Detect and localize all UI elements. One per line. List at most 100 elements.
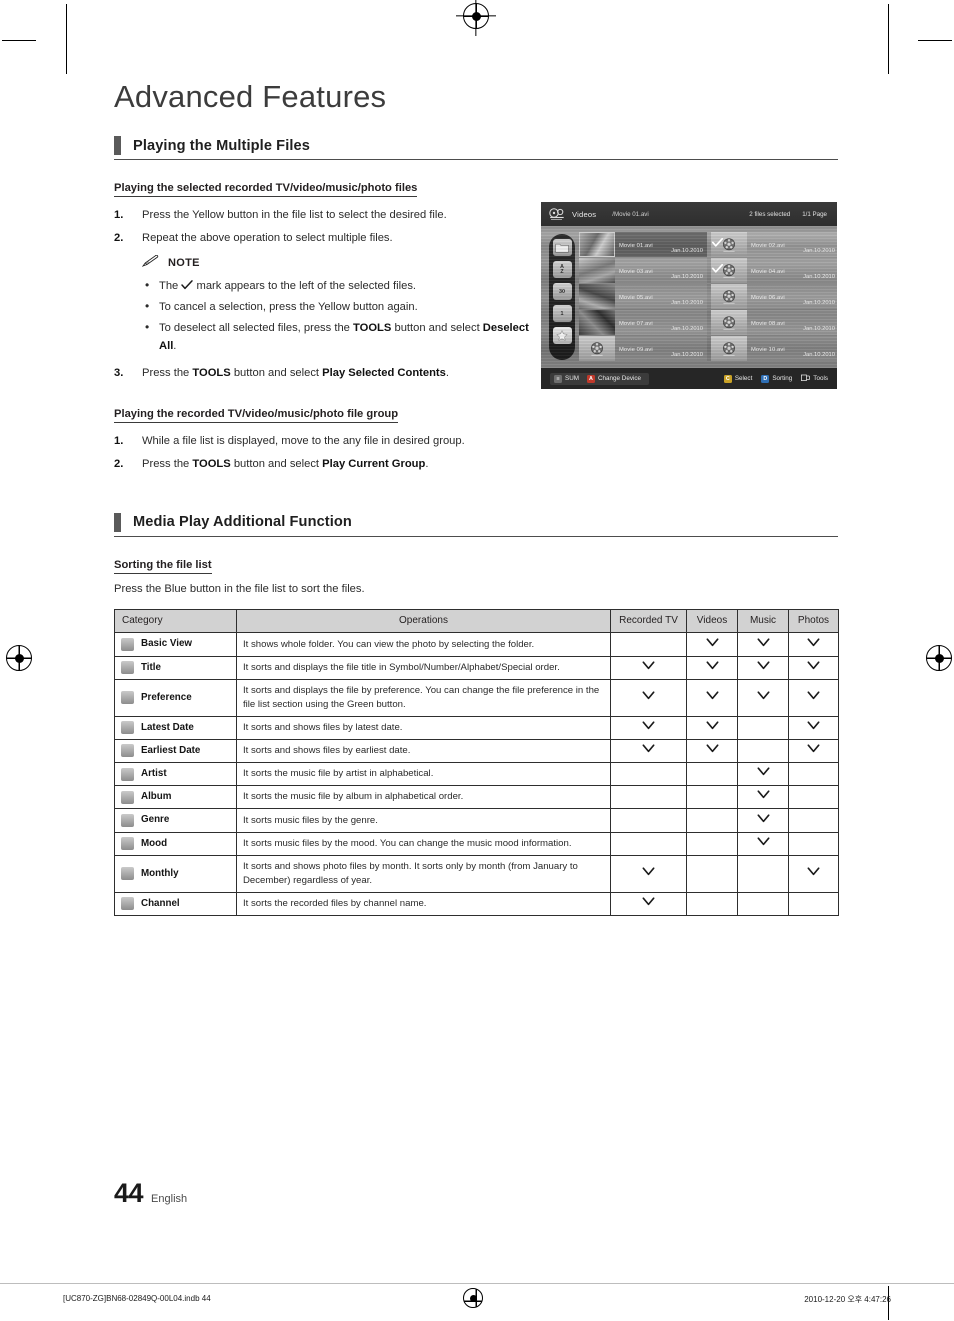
cell-photos	[788, 655, 839, 680]
cell-recorded-tv	[610, 891, 687, 916]
cell-photos	[788, 831, 839, 856]
tv-tools-key[interactable]: Tools	[801, 374, 828, 384]
file-date: Jan.10.2010	[803, 248, 835, 254]
cell-videos	[686, 762, 738, 787]
registration-target-right	[926, 645, 952, 671]
note-text-pre: To deselect all selected files, press th…	[159, 321, 354, 334]
star-preference-icon	[121, 691, 134, 705]
note-item: To deselect all selected files, press th…	[142, 318, 534, 355]
cell-photos	[788, 715, 839, 740]
star-preference-icon[interactable]	[552, 327, 572, 344]
category-label: Title	[141, 661, 161, 673]
tv-file-item[interactable]: Movie 05.avi Jan.10.2010	[579, 284, 707, 309]
page-number: 44	[114, 1178, 144, 1208]
file-name: Movie 07.avi	[619, 321, 653, 327]
file-meta: Movie 10.avi Jan.10.2010	[747, 336, 837, 361]
sorting-table: Category Operations Recorded TV Videos M…	[114, 608, 839, 916]
tv-file-item[interactable]: Movie 03.avi Jan.10.2010	[579, 258, 707, 283]
check-mark-icon	[706, 721, 719, 730]
cell-videos	[686, 785, 738, 810]
cell-recorded-tv	[610, 854, 687, 893]
col-header-recorded-tv: Recorded TV	[610, 608, 687, 634]
file-meta: Movie 01.avi Jan.10.2010	[615, 232, 707, 257]
cell-recorded-tv	[610, 655, 687, 680]
file-thumbnail	[711, 310, 747, 335]
film-reel-icon	[723, 263, 735, 278]
tv-file-item[interactable]: Movie 09.avi Jan.10.2010	[579, 336, 707, 361]
cell-recorded-tv	[610, 808, 687, 833]
cell-videos	[686, 854, 738, 893]
step-text: While a file list is displayed, move to …	[142, 435, 465, 448]
tv-file-column-right: Movie 02.avi Jan.10.2010 Movie 04.avi Jan.1…	[711, 232, 837, 362]
file-name: Movie 05.avi	[619, 295, 653, 301]
cell-music	[737, 632, 789, 657]
check-mark-icon	[807, 867, 820, 876]
tv-sort-rail[interactable]: AZ 30 1	[549, 234, 575, 360]
cell-music	[737, 715, 789, 740]
tv-change-device-label: Change Device	[598, 375, 642, 382]
file-name: Movie 01.avi	[619, 243, 653, 249]
tv-file-item[interactable]: Movie 07.avi Jan.10.2010	[579, 310, 707, 335]
cell-category: Monthly	[114, 854, 237, 893]
file-thumbnail	[711, 336, 747, 361]
file-date: Jan.10.2010	[671, 300, 703, 306]
category-label: Basic View	[141, 638, 193, 650]
registration-target-bottom	[463, 1288, 483, 1308]
file-meta: Movie 02.avi Jan.10.2010	[747, 232, 837, 257]
check-mark-icon	[757, 637, 770, 647]
check-mark-icon	[757, 691, 770, 700]
tv-select-key[interactable]: C Select	[723, 374, 752, 383]
steps-selected-files: 1. Press the Yellow button in the file l…	[114, 206, 534, 246]
tv-sorting-key[interactable]: D Sorting	[761, 374, 792, 383]
cell-photos	[788, 632, 839, 657]
file-date: Jan.10.2010	[803, 274, 835, 280]
file-date: Jan.10.2010	[803, 326, 835, 332]
step-bold-play-selected-contents: Play Selected Contents	[322, 367, 446, 380]
file-thumbnail	[711, 284, 747, 309]
col-header-videos: Videos	[686, 608, 738, 634]
step-text-post: .	[445, 367, 449, 380]
subsection-heading-file-group: Playing the recorded TV/video/music/phot…	[114, 408, 399, 424]
cell-videos	[686, 715, 738, 740]
film-reel-icon	[591, 341, 603, 356]
tv-file-item[interactable]: Movie 01.avi Jan.10.2010	[579, 232, 707, 257]
tv-file-item[interactable]: Movie 04.avi Jan.10.2010	[711, 258, 837, 283]
steps-file-group: 1. While a file list is displayed, move …	[114, 432, 534, 472]
file-thumbnail	[579, 336, 615, 361]
folder-icon[interactable]	[552, 239, 572, 256]
table-row: Genre It sorts music files by the genre.	[114, 808, 839, 833]
table-row: Artist It sorts the music file by artist …	[114, 762, 839, 787]
section-title: Media Play Additional Function	[133, 514, 352, 531]
file-meta: Movie 09.avi Jan.10.2010	[615, 336, 707, 361]
tv-sum-key[interactable]: ≡ SUM	[554, 374, 579, 383]
table-row: Preference It sorts and displays the file…	[114, 678, 839, 717]
calendar-30-icon[interactable]: 30	[552, 283, 572, 300]
cell-operations: It sorts the recorded files by channel n…	[236, 891, 611, 916]
section-header-playing-multiple-files: Playing the Multiple Files	[114, 136, 838, 156]
tv-file-item[interactable]: Movie 10.avi Jan.10.2010	[711, 336, 837, 361]
check-mark-icon	[757, 837, 770, 846]
tv-file-item[interactable]: Movie 06.avi Jan.10.2010	[711, 284, 837, 309]
crop-mark-left-edge	[2, 40, 36, 41]
file-name: Movie 03.avi	[619, 269, 653, 275]
table-row: Channel It sorts the recorded files by ch…	[114, 891, 839, 916]
table-row: Title It sorts and displays the file titl…	[114, 655, 839, 680]
tv-change-device-key[interactable]: A Change Device	[587, 374, 642, 383]
cell-category: Album	[114, 785, 237, 810]
cell-photos	[788, 762, 839, 787]
step-text-pre: Press the	[142, 367, 193, 380]
tv-file-item[interactable]: Movie 02.avi Jan.10.2010	[711, 232, 837, 257]
tv-file-item[interactable]: Movie 08.avi Jan.10.2010	[711, 310, 837, 335]
file-name: Movie 04.avi	[751, 269, 785, 275]
step-item: 2. Repeat the above operation to select …	[114, 229, 534, 247]
file-name: Movie 09.avi	[619, 347, 653, 353]
title-az-icon[interactable]: AZ	[552, 261, 572, 278]
check-mark-icon	[706, 661, 719, 670]
tv-file-list-area: AZ 30 1 Movie 01.avi Jan.10.2010 Movie 03.…	[541, 226, 837, 368]
file-meta: Movie 04.avi Jan.10.2010	[747, 258, 837, 283]
calendar-1-icon[interactable]: 1	[552, 305, 572, 322]
file-date: Jan.10.2010	[671, 248, 703, 254]
note-heading: NOTE	[141, 254, 534, 272]
videos-reel-icon	[549, 207, 565, 221]
sum-icon: ≡	[554, 374, 562, 383]
